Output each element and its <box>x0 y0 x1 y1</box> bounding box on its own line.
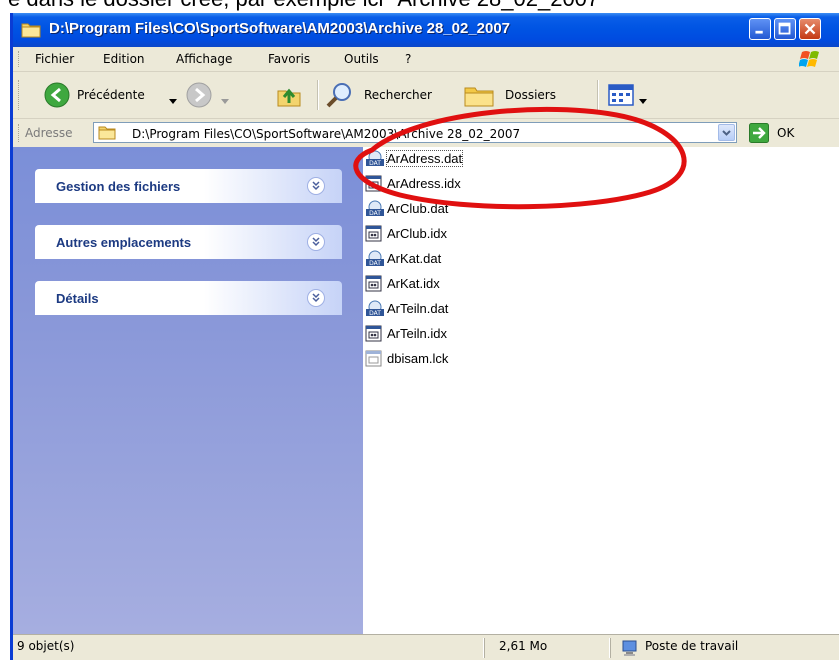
title-bar[interactable]: D:\Program Files\CO\SportSoftware\AM2003… <box>13 13 839 47</box>
address-grip <box>18 124 22 142</box>
chevron-down-icon[interactable] <box>307 233 325 251</box>
address-bar: Adresse D:\Program Files\CO\SportSoftwar… <box>13 119 839 148</box>
status-object-count: 9 objet(s) <box>17 639 75 653</box>
search-button[interactable]: Rechercher <box>325 79 460 111</box>
back-arrow-icon <box>43 81 71 112</box>
menu-outils[interactable]: Outils <box>344 52 379 66</box>
menu-affichage[interactable]: Affichage <box>176 52 232 66</box>
go-arrow-icon[interactable] <box>749 123 769 143</box>
svg-text:DAT: DAT <box>369 210 381 217</box>
forward-arrow-icon <box>185 81 213 112</box>
caption-strip: e dans le dossier créé, par exemple ici … <box>0 0 839 12</box>
address-folder-icon <box>98 124 116 143</box>
folders-button[interactable]: Dossiers <box>463 79 583 111</box>
folders-icon <box>463 82 495 111</box>
dat-file-icon: DAT <box>365 300 385 321</box>
back-dropdown-icon[interactable] <box>169 93 177 107</box>
file-name: dbisam.lck <box>387 351 449 366</box>
dat-file-icon: DAT <box>365 150 385 171</box>
status-zone: Poste de travail <box>645 639 739 653</box>
views-button[interactable] <box>607 80 655 110</box>
menu-fichier[interactable]: Fichier <box>35 52 74 66</box>
file-name: ArClub.dat <box>387 201 449 216</box>
minimize-button[interactable] <box>749 18 771 40</box>
svg-text:DAT: DAT <box>369 310 381 317</box>
task-group-file-management[interactable]: Gestion des fichiers <box>35 169 342 203</box>
close-button[interactable] <box>799 18 821 40</box>
toolbar-grip <box>18 80 22 110</box>
idx-file-icon <box>365 175 383 196</box>
dat-file-icon: DAT <box>365 250 385 271</box>
back-label: Précédente <box>77 88 145 102</box>
address-input[interactable]: D:\Program Files\CO\SportSoftware\AM2003… <box>93 122 737 143</box>
task-pane: Gestion des fichiers Autres emplacements… <box>13 147 363 634</box>
toolbar-separator <box>597 80 599 110</box>
windows-logo-icon <box>798 48 823 73</box>
go-label[interactable]: OK <box>777 126 794 140</box>
idx-file-icon <box>365 325 383 346</box>
search-icon <box>325 81 355 112</box>
address-dropdown-button[interactable] <box>718 124 735 141</box>
idx-file-icon <box>365 225 383 246</box>
views-dropdown-icon[interactable] <box>639 93 647 107</box>
file-name: ArAdress.idx <box>387 176 461 191</box>
caption-text: e dans le dossier créé, par exemple ici … <box>8 0 607 12</box>
file-name: ArKat.idx <box>387 276 440 291</box>
dat-file-icon: DAT <box>365 200 385 221</box>
lck-file-icon <box>365 350 383 371</box>
task-group-title: Détails <box>56 291 99 306</box>
forward-dropdown-icon[interactable] <box>221 93 229 107</box>
status-size: 2,61 Mo <box>499 639 548 653</box>
svg-text:DAT: DAT <box>369 260 381 267</box>
file-name: ArTeiln.dat <box>387 301 449 316</box>
idx-file-icon <box>365 275 383 296</box>
task-group-other-places[interactable]: Autres emplacements <box>35 225 342 259</box>
file-name: ArClub.idx <box>387 226 447 241</box>
address-label: Adresse <box>25 126 73 140</box>
chevron-down-icon[interactable] <box>307 177 325 195</box>
views-icon <box>607 82 635 111</box>
window-title: D:\Program Files\CO\SportSoftware\AM2003… <box>49 20 511 37</box>
up-folder-icon[interactable] <box>275 81 303 112</box>
menu-help[interactable]: ? <box>405 52 411 66</box>
task-group-title: Autres emplacements <box>56 235 192 250</box>
status-bar: 9 objet(s) 2,61 Mo Poste de travail <box>13 634 839 660</box>
file-list: DAT ArAdress.dat ArAdress.idx DAT ArClub… <box>363 147 839 634</box>
explorer-window: D:\Program Files\CO\SportSoftware\AM2003… <box>10 13 839 660</box>
menu-edition[interactable]: Edition <box>103 52 145 66</box>
task-group-details[interactable]: Détails <box>35 281 342 315</box>
menu-favoris[interactable]: Favoris <box>268 52 310 66</box>
address-value: D:\Program Files\CO\SportSoftware\AM2003… <box>132 127 521 141</box>
file-name: ArKat.dat <box>387 251 442 266</box>
svg-text:DAT: DAT <box>369 160 381 167</box>
chevron-down-icon[interactable] <box>307 289 325 307</box>
back-button[interactable]: Précédente <box>43 79 203 111</box>
search-label: Rechercher <box>364 88 432 102</box>
file-name: ArAdress.dat <box>385 150 464 167</box>
toolbar: Précédente Rechercher Dossiers <box>13 72 839 119</box>
status-divider <box>609 638 611 658</box>
folders-label: Dossiers <box>505 88 556 102</box>
maximize-button[interactable] <box>774 18 796 40</box>
file-name: ArTeiln.idx <box>387 326 447 341</box>
toolbar-separator <box>317 80 319 110</box>
menu-bar: Fichier Edition Affichage Favoris Outils… <box>13 47 839 72</box>
forward-button[interactable] <box>185 79 233 111</box>
computer-icon <box>621 639 639 660</box>
task-group-title: Gestion des fichiers <box>56 179 181 194</box>
status-divider <box>483 638 485 658</box>
menu-grip <box>18 51 22 67</box>
folder-icon <box>21 21 41 41</box>
